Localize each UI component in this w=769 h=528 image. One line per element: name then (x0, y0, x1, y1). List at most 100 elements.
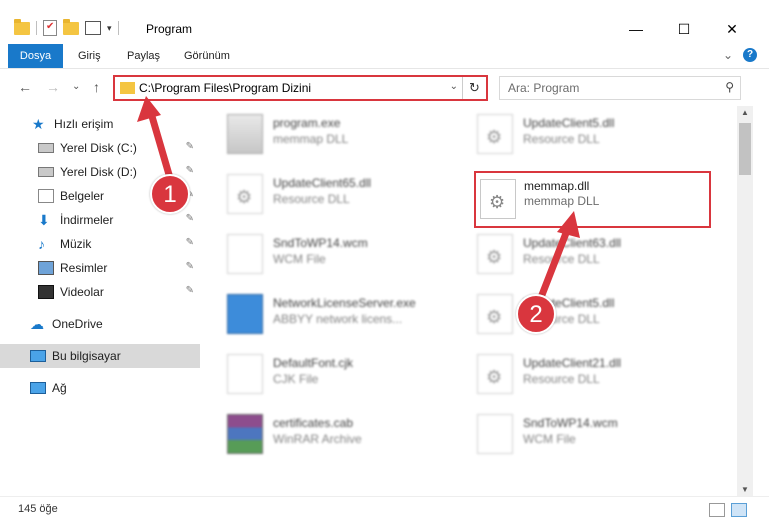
pin-icon[interactable]: ✎ (186, 261, 194, 272)
exe-file-icon (227, 114, 263, 154)
vertical-scrollbar[interactable]: ▲ ▼ (737, 106, 753, 496)
pin-icon[interactable]: ✎ (186, 165, 194, 176)
file-item[interactable]: DefaultFont.cjk CJK File (201, 346, 441, 402)
search-icon[interactable]: ⚲ (725, 80, 734, 94)
sidebar-item-music[interactable]: ♪ Müzik ✎ (0, 232, 200, 256)
file-name: UpdateClient21.dll (523, 356, 622, 370)
exe-file-icon (227, 294, 263, 334)
file-name: NetworkLicenseServer.exe (273, 296, 416, 310)
file-item[interactable]: UpdateClient5.dll Resource DLL (451, 106, 691, 162)
tab-home[interactable]: Giriş (78, 44, 101, 68)
sidebar-item-label: Resimler (60, 261, 108, 275)
sidebar-item-label: Yerel Disk (C:) (60, 141, 137, 155)
scroll-down-icon[interactable]: ▼ (741, 485, 749, 494)
sidebar-item-this-pc[interactable]: Bu bilgisayar (0, 344, 200, 368)
forward-button[interactable]: → (46, 79, 60, 95)
pin-icon[interactable]: ✎ (186, 285, 194, 296)
file-list: program.exe memmap DLL UpdateClient65.dl… (201, 106, 737, 494)
file-item[interactable]: UpdateClient65.dll Resource DLL (201, 166, 441, 222)
minimize-button[interactable]: — (625, 18, 647, 40)
search-input[interactable]: Ara: Program ⚲ (499, 76, 741, 100)
dll-file-icon (477, 294, 513, 334)
sidebar-item-onedrive[interactable]: ☁ OneDrive (0, 312, 200, 336)
sidebar-item-label: OneDrive (52, 317, 103, 331)
highlighted-file-item[interactable]: memmap.dll memmap DLL (474, 171, 711, 228)
sidebar-item-label: İndirmeler (60, 213, 114, 227)
archive-file-icon (227, 414, 263, 454)
status-bar: 145 öğe (0, 496, 769, 528)
folder-icon[interactable] (14, 18, 30, 35)
address-dropdown-icon[interactable]: ⌄ (450, 81, 458, 92)
recent-locations-icon[interactable]: ⌄ (72, 81, 80, 92)
sidebar-item-label: Bu bilgisayar (52, 349, 121, 363)
file-icon (227, 354, 263, 394)
file-type: WinRAR Archive (273, 432, 362, 446)
expand-ribbon-icon[interactable]: ⌄ (723, 48, 733, 62)
navigation-pane: ★ Hızlı erişim Yerel Disk (C:) ✎ Yerel D… (0, 106, 200, 496)
file-icon (477, 414, 513, 454)
file-item[interactable]: SndToWP14.wcm WCM File (451, 406, 691, 462)
dll-file-icon (477, 234, 513, 274)
large-icons-view-icon[interactable] (731, 503, 747, 517)
separator (117, 21, 119, 35)
up-button[interactable]: ↑ (93, 79, 100, 95)
address-bar[interactable]: C:\Program Files\Program Dizini ⌄ ↻ (113, 75, 488, 101)
file-item[interactable]: UpdateClient5.dll Resource DLL (451, 286, 691, 342)
tab-file[interactable]: Dosya (8, 44, 63, 68)
file-name: UpdateClient5.dll (523, 116, 615, 130)
sidebar-item-videos[interactable]: Videolar ✎ (0, 280, 200, 304)
file-name: UpdateClient65.dll (273, 176, 372, 190)
close-button[interactable]: ✕ (721, 18, 743, 40)
sidebar-item-label: Hızlı erişim (54, 117, 114, 131)
download-icon: ⬇ (38, 212, 50, 228)
scroll-up-icon[interactable]: ▲ (741, 108, 749, 117)
file-type: memmap DLL (524, 194, 600, 208)
sidebar-item-label: Yerel Disk (D:) (60, 165, 137, 179)
file-type: Resource DLL (273, 192, 350, 206)
search-placeholder: Ara: Program (508, 81, 580, 95)
quick-access-toolbar: ▾ (14, 18, 119, 36)
customize-chevron-icon[interactable]: ▾ (107, 23, 112, 34)
back-button[interactable]: ← (18, 79, 32, 95)
sidebar-item-label: Videolar (60, 285, 104, 299)
ribbon-tabs: Dosya Giriş Paylaş Görünüm ⌄ ? (0, 44, 769, 68)
file-type: CJK File (273, 372, 319, 386)
scroll-thumb[interactable] (739, 123, 751, 175)
properties-icon[interactable] (43, 20, 57, 36)
file-name: memmap.dll (524, 179, 590, 193)
sidebar-item-disk-c[interactable]: Yerel Disk (C:) ✎ (0, 136, 200, 160)
network-icon (30, 382, 46, 394)
sidebar-item-quick-access[interactable]: ★ Hızlı erişim (0, 112, 200, 136)
address-path[interactable]: C:\Program Files\Program Dizini (139, 81, 311, 95)
drive-icon (38, 167, 54, 177)
sidebar-item-network[interactable]: Ağ (0, 376, 200, 400)
file-item[interactable]: NetworkLicenseServer.exe ABBYY network l… (201, 286, 441, 342)
sidebar-item-label: Ağ (52, 381, 67, 395)
sidebar-item-pictures[interactable]: Resimler ✎ (0, 256, 200, 280)
tab-view[interactable]: Görünüm (184, 44, 230, 68)
videos-icon (38, 285, 54, 299)
file-item[interactable]: UpdateClient63.dll Resource DLL (451, 226, 691, 282)
dll-file-icon (480, 179, 516, 219)
file-type: Resource DLL (523, 252, 600, 266)
help-icon[interactable]: ? (743, 48, 757, 62)
file-item[interactable]: UpdateClient21.dll Resource DLL (451, 346, 691, 402)
view-icon[interactable] (85, 21, 101, 35)
file-item[interactable]: program.exe memmap DLL (201, 106, 441, 162)
new-folder-icon[interactable] (63, 18, 79, 35)
pin-icon[interactable]: ✎ (186, 237, 194, 248)
file-item[interactable]: certificates.cab WinRAR Archive (201, 406, 441, 462)
sidebar-item-label: Müzik (60, 237, 92, 251)
pin-icon[interactable]: ✎ (186, 213, 194, 224)
file-icon (227, 234, 263, 274)
tab-share[interactable]: Paylaş (127, 44, 160, 68)
documents-icon (38, 189, 54, 203)
pin-icon[interactable]: ✎ (186, 141, 194, 152)
star-icon: ★ (32, 116, 45, 132)
refresh-button[interactable]: ↻ (462, 77, 486, 99)
file-type: ABBYY network licens... (273, 312, 403, 326)
file-item[interactable]: SndToWP14.wcm WCM File (201, 226, 441, 282)
details-view-icon[interactable] (709, 503, 725, 517)
maximize-button[interactable]: ☐ (673, 18, 695, 40)
separator (36, 21, 37, 35)
